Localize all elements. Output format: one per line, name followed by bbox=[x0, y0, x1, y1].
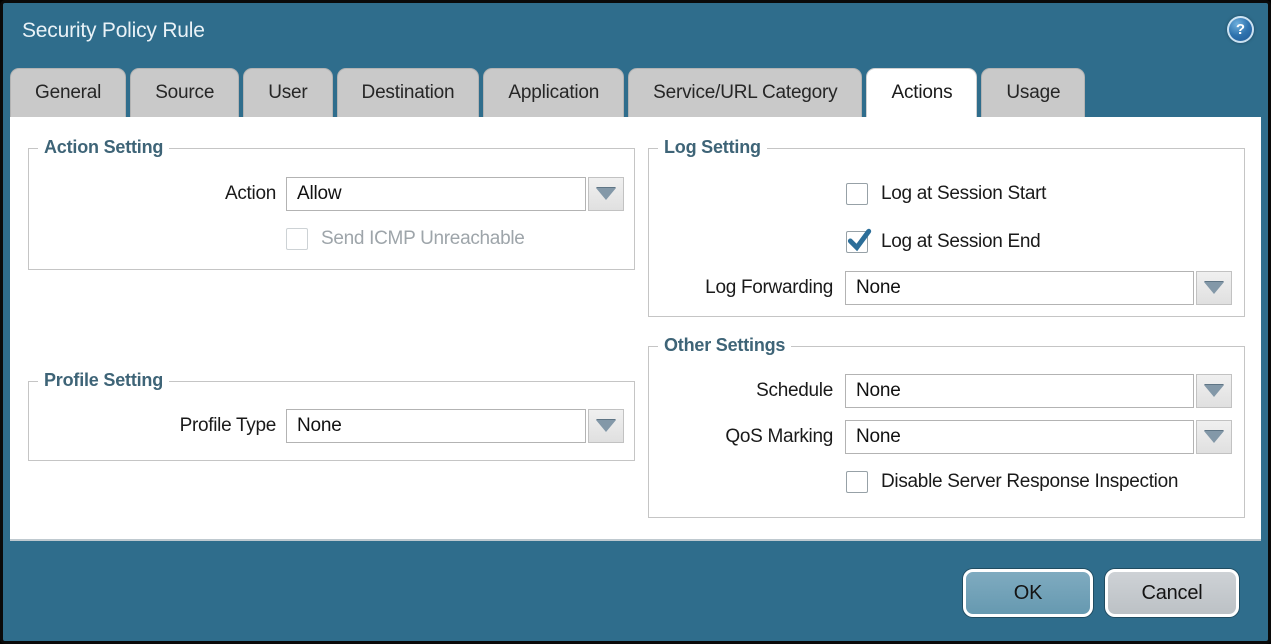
tab-label: Source bbox=[155, 82, 214, 104]
checkbox-icon bbox=[846, 231, 868, 253]
checkbox-label: Log at Session End bbox=[881, 231, 1040, 253]
qos-marking-dropdown[interactable]: None bbox=[845, 420, 1232, 454]
checkbox-icon bbox=[846, 471, 868, 493]
group-other-settings: Other Settings Schedule None QoS Marking… bbox=[648, 346, 1245, 518]
group-log-setting: Log Setting Log at Session Start Log at … bbox=[648, 148, 1245, 317]
schedule-dropdown-value[interactable]: None bbox=[845, 374, 1194, 408]
group-legend: Log Setting bbox=[658, 137, 767, 158]
checkbox-label: Log at Session Start bbox=[881, 183, 1046, 205]
checkbox-label: Disable Server Response Inspection bbox=[881, 471, 1178, 493]
security-policy-rule-dialog: Security Policy Rule ? General Source Us… bbox=[0, 0, 1271, 644]
help-button[interactable]: ? bbox=[1227, 16, 1254, 43]
log-at-session-start-checkbox[interactable]: Log at Session Start bbox=[846, 183, 1046, 205]
tab-label: Actions bbox=[891, 82, 952, 104]
cancel-button-label: Cancel bbox=[1141, 582, 1202, 605]
tab-label: Destination bbox=[362, 82, 455, 104]
log-forwarding-label: Log Forwarding bbox=[649, 271, 833, 305]
tab-usage[interactable]: Usage bbox=[981, 68, 1085, 117]
tab-service-url-category[interactable]: Service/URL Category bbox=[628, 68, 862, 117]
dialog-title: Security Policy Rule bbox=[22, 19, 205, 43]
tab-source[interactable]: Source bbox=[130, 68, 239, 117]
profile-type-label: Profile Type bbox=[29, 409, 276, 443]
log-forwarding-dropdown-button[interactable] bbox=[1196, 271, 1232, 305]
log-forwarding-dropdown-value[interactable]: None bbox=[845, 271, 1194, 305]
action-dropdown-button[interactable] bbox=[588, 177, 624, 211]
checkbox-icon bbox=[286, 228, 308, 250]
chevron-down-icon bbox=[1204, 282, 1224, 294]
tab-actions[interactable]: Actions bbox=[866, 68, 977, 117]
action-dropdown[interactable]: Allow bbox=[286, 177, 624, 211]
profile-type-dropdown[interactable]: None bbox=[286, 409, 624, 443]
question-mark-icon: ? bbox=[1236, 21, 1245, 38]
action-dropdown-value[interactable]: Allow bbox=[286, 177, 586, 211]
ok-button[interactable]: OK bbox=[963, 569, 1093, 617]
log-at-session-end-checkbox[interactable]: Log at Session End bbox=[846, 231, 1040, 253]
checkmark-icon bbox=[846, 228, 872, 254]
schedule-dropdown-button[interactable] bbox=[1196, 374, 1232, 408]
ok-button-label: OK bbox=[1014, 582, 1043, 605]
tab-label: User bbox=[268, 82, 307, 104]
group-legend: Other Settings bbox=[658, 335, 791, 356]
tab-user[interactable]: User bbox=[243, 68, 332, 117]
group-legend: Profile Setting bbox=[38, 370, 169, 391]
tab-general[interactable]: General bbox=[10, 68, 126, 117]
qos-marking-label: QoS Marking bbox=[649, 420, 833, 454]
cancel-button[interactable]: Cancel bbox=[1105, 569, 1239, 617]
group-profile-setting: Profile Setting Profile Type None bbox=[28, 381, 635, 461]
chevron-down-icon bbox=[596, 420, 616, 432]
content-panel: Action Setting Action Allow Send ICMP Un… bbox=[10, 117, 1261, 541]
checkbox-label: Send ICMP Unreachable bbox=[321, 228, 525, 250]
tab-application[interactable]: Application bbox=[483, 68, 624, 117]
profile-type-dropdown-button[interactable] bbox=[588, 409, 624, 443]
chevron-down-icon bbox=[596, 188, 616, 200]
group-legend: Action Setting bbox=[38, 137, 169, 158]
tab-destination[interactable]: Destination bbox=[337, 68, 480, 117]
tab-bar: General Source User Destination Applicat… bbox=[10, 68, 1085, 117]
chevron-down-icon bbox=[1204, 385, 1224, 397]
qos-marking-dropdown-value[interactable]: None bbox=[845, 420, 1194, 454]
schedule-label: Schedule bbox=[649, 374, 833, 408]
qos-marking-dropdown-button[interactable] bbox=[1196, 420, 1232, 454]
tab-label: General bbox=[35, 82, 101, 104]
schedule-dropdown[interactable]: None bbox=[845, 374, 1232, 408]
group-action-setting: Action Setting Action Allow Send ICMP Un… bbox=[28, 148, 635, 270]
tab-label: Application bbox=[508, 82, 599, 104]
chevron-down-icon bbox=[1204, 431, 1224, 443]
tab-label: Service/URL Category bbox=[653, 82, 837, 104]
checkbox-icon bbox=[846, 183, 868, 205]
action-label: Action bbox=[29, 177, 276, 211]
send-icmp-unreachable-checkbox: Send ICMP Unreachable bbox=[286, 228, 525, 250]
log-forwarding-dropdown[interactable]: None bbox=[845, 271, 1232, 305]
tab-label: Usage bbox=[1006, 82, 1060, 104]
profile-type-dropdown-value[interactable]: None bbox=[286, 409, 586, 443]
disable-server-response-inspection-checkbox[interactable]: Disable Server Response Inspection bbox=[846, 471, 1178, 493]
